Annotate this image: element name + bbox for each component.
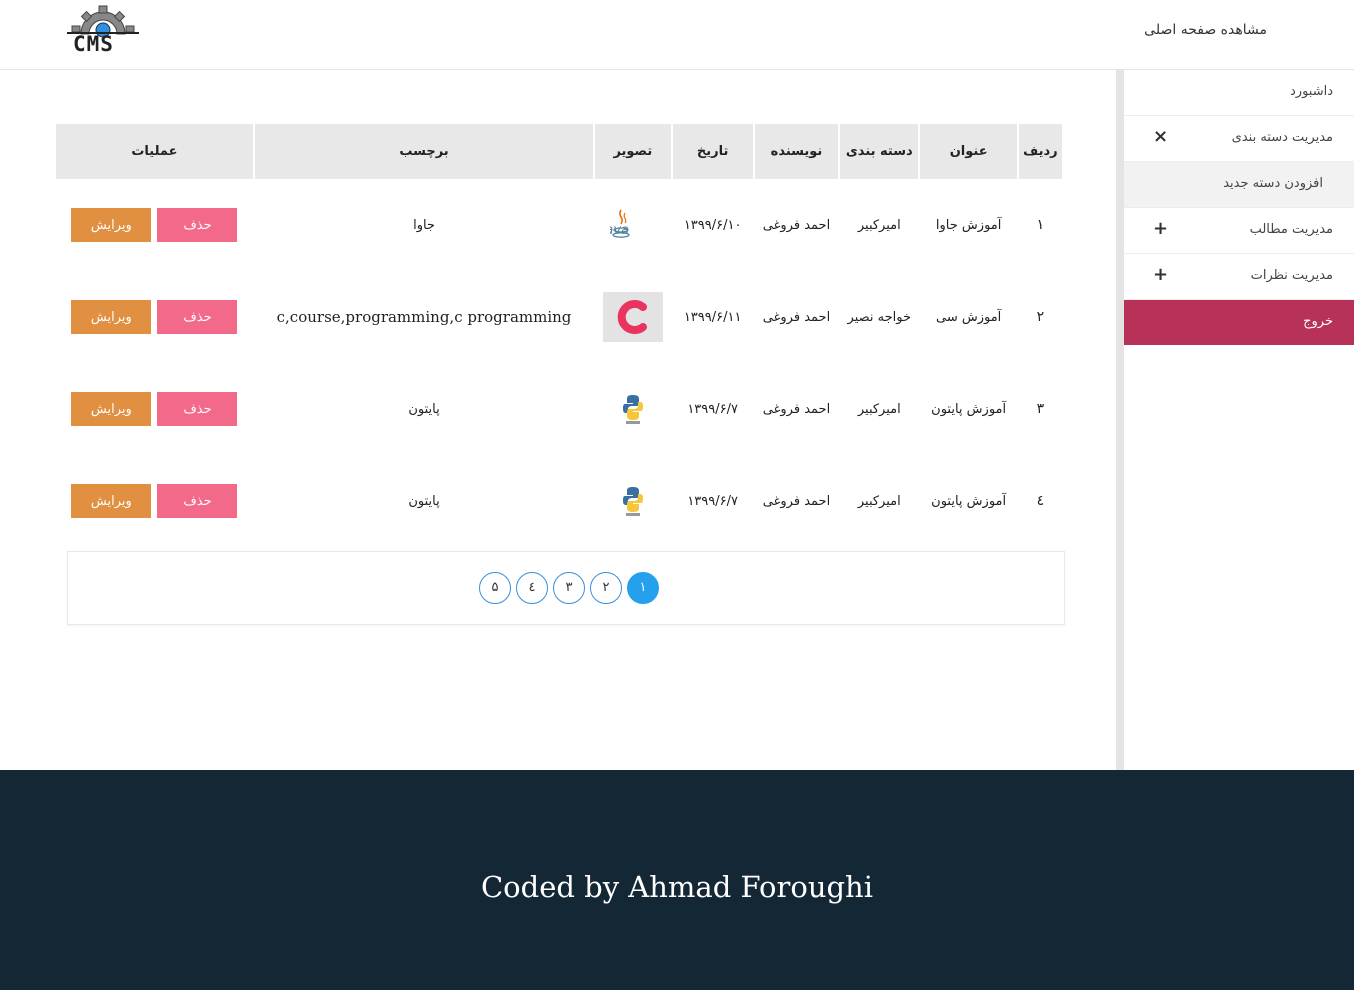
python-logo-icon — [622, 487, 643, 516]
column-header[interactable]: عملیات — [56, 124, 253, 179]
post-category: خواجه نصیر — [847, 309, 912, 325]
sidebar-item-label: مدیریت نظرات — [1250, 268, 1333, 283]
plus-icon[interactable]: + — [1153, 218, 1168, 239]
python-logo-icon — [622, 395, 643, 424]
sidebar-item-category-management[interactable]: مدیریت دسته بندی × — [1124, 116, 1354, 162]
table-row: ٤ آموزش پایتون امیرکبیر احمد فروغی ۱۳۹۹/… — [56, 455, 1062, 547]
delete-button[interactable]: حذف — [157, 208, 238, 242]
post-date: ۱۳۹۹/۶/۷ — [687, 401, 738, 417]
post-title: آموزش پایتون — [931, 493, 1007, 509]
page-link-1-active[interactable]: ۱ — [627, 572, 659, 604]
row-number: ٤ — [1036, 493, 1045, 509]
page-link-3[interactable]: ۳ — [553, 572, 585, 604]
table-row: ۲ آموزش سی خواجه نصیر احمد فروغی ۱۳۹۹/۶/… — [56, 271, 1062, 363]
pagination: ۵ ٤ ۳ ۲ ۱ — [479, 572, 659, 604]
table-row: ۳ آموزش پایتون امیرکبیر احمد فروغی ۱۳۹۹/… — [56, 363, 1062, 455]
row-number: ۳ — [1036, 401, 1045, 417]
table-row: ۱ آموزش جاوا امیرکبیر احمد فروغی ۱۳۹۹/۶/… — [56, 179, 1062, 271]
post-title: آموزش پایتون — [931, 401, 1007, 417]
post-author: احمد فروغی — [762, 217, 831, 233]
column-header[interactable]: دسته بندی — [840, 124, 919, 179]
row-actions: ویرایش حذف — [56, 455, 253, 547]
sidebar-item-label: خروج — [1303, 314, 1333, 329]
delete-button[interactable]: حذف — [157, 392, 238, 426]
post-author: احمد فروغی — [762, 401, 831, 417]
post-date: ۱۳۹۹/۶/۱۱ — [683, 309, 742, 325]
post-image-cell — [595, 455, 670, 547]
sidebar-item-label: داشبورد — [1290, 84, 1333, 99]
post-author: احمد فروغی — [762, 309, 831, 325]
cms-logo[interactable]: CMS — [67, 4, 139, 58]
post-tags: پایتون — [408, 493, 440, 509]
page-link-5[interactable]: ۵ — [479, 572, 511, 604]
sidebar-item-label: مدیریت مطالب — [1249, 222, 1333, 237]
post-category: امیرکبیر — [857, 401, 901, 417]
post-tags: c,course,programming,c programming — [276, 308, 572, 326]
post-category: امیرکبیر — [857, 217, 901, 233]
home-page-link[interactable]: مشاهده صفحه اصلی — [1144, 22, 1267, 38]
java-logo-icon: Java — [610, 209, 630, 238]
column-header[interactable]: تصویر — [595, 124, 671, 179]
post-title: آموزش جاوا — [935, 217, 1002, 233]
top-header: CMS مشاهده صفحه اصلی — [0, 0, 1354, 70]
sidebar-item-add-category[interactable]: افزودن دسته جدید — [1124, 162, 1354, 208]
post-title: آموزش سی — [935, 309, 1002, 325]
plus-icon[interactable]: + — [1153, 264, 1168, 285]
post-tags: پایتون — [408, 401, 440, 417]
page-link-2[interactable]: ۲ — [590, 572, 622, 604]
sidebar: داشبورد مدیریت دسته بندی × افزودن دسته ج… — [1124, 70, 1354, 770]
sidebar-item-logout[interactable]: خروج — [1124, 300, 1354, 345]
footer: Coded by Ahmad Foroughi — [0, 770, 1354, 990]
c-logo-icon — [602, 292, 663, 342]
row-actions: ویرایش حذف — [56, 271, 253, 363]
delete-button[interactable]: حذف — [157, 484, 238, 518]
post-image-cell — [595, 363, 670, 455]
edit-button[interactable]: ویرایش — [71, 392, 152, 426]
sidebar-item-dashboard[interactable]: داشبورد — [1124, 70, 1354, 116]
row-number: ۲ — [1036, 309, 1045, 325]
row-number: ۱ — [1036, 217, 1045, 233]
sidebar-item-label: مدیریت دسته بندی — [1231, 130, 1333, 145]
column-header[interactable]: برچسب — [254, 124, 594, 179]
post-author: احمد فروغی — [762, 493, 831, 509]
column-header[interactable]: نویسنده — [754, 124, 839, 179]
table-header-row: ردیف عنوان دسته بندی نویسنده تاریخ تصویر… — [56, 124, 1062, 179]
row-actions: ویرایش حذف — [56, 363, 253, 455]
pagination-panel: ۵ ٤ ۳ ۲ ۱ — [67, 551, 1065, 625]
page-link-4[interactable]: ٤ — [516, 572, 548, 604]
column-header[interactable]: ردیف — [1018, 124, 1062, 179]
posts-table-wrapper: ردیف عنوان دسته بندی نویسنده تاریخ تصویر… — [54, 124, 1064, 547]
post-category: امیرکبیر — [857, 493, 901, 509]
column-header[interactable]: تاریخ — [672, 124, 753, 179]
edit-button[interactable]: ویرایش — [71, 208, 152, 242]
footer-credit: Coded by Ahmad Foroughi — [480, 870, 874, 904]
svg-text:Java: Java — [610, 223, 629, 238]
sidebar-item-comments-management[interactable]: مدیریت نظرات + — [1124, 254, 1354, 300]
edit-button[interactable]: ویرایش — [71, 484, 152, 518]
post-tags: جاوا — [413, 217, 435, 233]
close-icon[interactable]: × — [1153, 126, 1168, 147]
sidebar-item-posts-management[interactable]: مدیریت مطالب + — [1124, 208, 1354, 254]
post-date: ۱۳۹۹/۶/۷ — [687, 493, 738, 509]
logo-text: CMS — [73, 32, 114, 56]
sidebar-divider — [1116, 70, 1124, 770]
post-image-cell — [595, 271, 670, 363]
posts-table: ردیف عنوان دسته بندی نویسنده تاریخ تصویر… — [54, 124, 1064, 547]
post-image-cell: Java — [595, 179, 670, 271]
row-actions: ویرایش حذف — [56, 179, 253, 271]
column-header[interactable]: عنوان — [920, 124, 1017, 179]
delete-button[interactable]: حذف — [157, 300, 238, 334]
edit-button[interactable]: ویرایش — [71, 300, 152, 334]
sidebar-item-label: افزودن دسته جدید — [1223, 176, 1323, 191]
post-date: ۱۳۹۹/۶/۱۰ — [683, 217, 742, 233]
